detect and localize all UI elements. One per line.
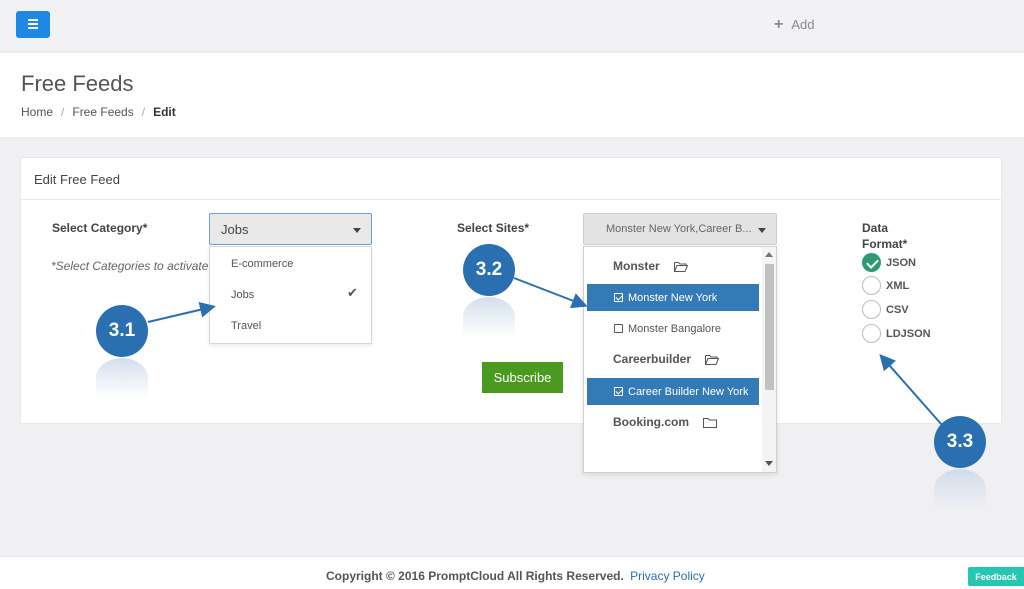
- callout-reflection: [463, 297, 515, 337]
- footer: Copyright © 2016 PromptCloud All Rights …: [0, 556, 1024, 589]
- copyright-text: Copyright © 2016 PromptCloud All Rights …: [326, 569, 705, 583]
- callout-arrow: [147, 301, 216, 323]
- privacy-policy-link[interactable]: Privacy Policy: [630, 569, 705, 583]
- callout-3-3: 3.3: [934, 416, 986, 468]
- copyright-label: Copyright © 2016 PromptCloud All Rights …: [326, 569, 624, 583]
- callout-arrow: [879, 354, 943, 426]
- callout-3-2: 3.2: [463, 244, 515, 296]
- callout-reflection: [96, 358, 148, 398]
- feedback-button[interactable]: Feedback: [968, 567, 1024, 586]
- callout-3-1: 3.1: [96, 305, 148, 357]
- callout-reflection: [934, 469, 986, 509]
- annotation-arrows: [147, 277, 943, 426]
- callout-arrow: [513, 277, 588, 309]
